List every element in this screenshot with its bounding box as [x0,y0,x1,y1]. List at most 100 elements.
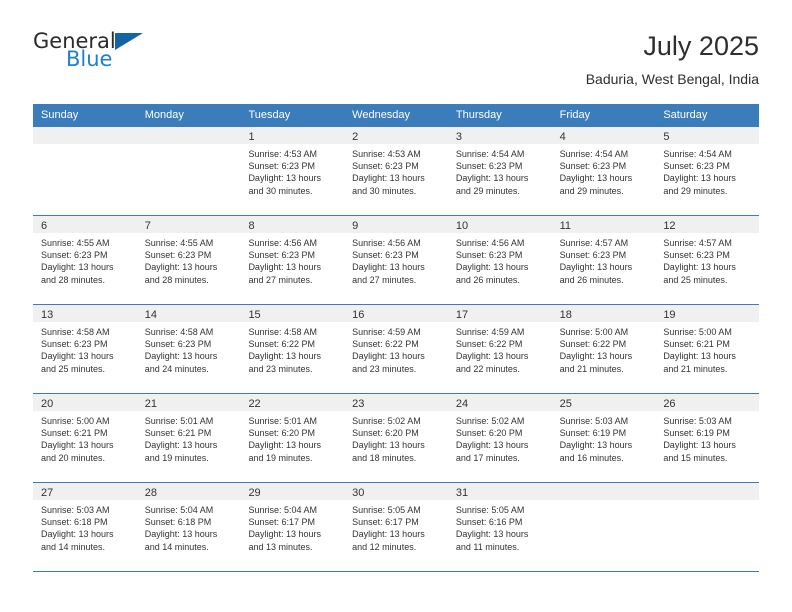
sunrise-text: Sunrise: 4:53 AM [352,149,421,159]
daylight-text-line1: Daylight: 13 hours [41,262,114,273]
day-cell[interactable]: 14 Sunrise: 4:58 AM Sunset: 6:23 PM Dayligh… [136,305,241,393]
daylight-text-line2: and 25 minutes. [663,274,728,285]
daylight-text-line1: Daylight: 13 hours [144,440,218,451]
day-cell[interactable]: 31 Sunrise: 5:05 AM Sunset: 6:16 PM Dayligh… [447,483,552,571]
sunset-text: Sunset: 6:22 PM [248,339,315,350]
daylight-text-line1: Daylight: 13 hours [559,440,633,451]
day-details: Sunrise: 4:57 AM Sunset: 6:23 PM Daylight:… [655,233,759,286]
daylight-text-line1: Daylight: 13 hours [248,440,321,451]
calendar-week-row: 27 Sunrise: 5:03 AM Sunset: 6:18 PM Dayligh… [33,482,760,572]
day-cell[interactable]: 11 Sunrise: 4:57 AM Sunset: 6:23 PM Dayligh… [551,216,656,304]
day-cell[interactable]: 8 Sunrise: 4:56 AM Sunset: 6:23 PM Daylight… [240,216,345,304]
day-details: Sunrise: 5:04 AM Sunset: 6:18 PM Daylight:… [137,500,241,553]
sunset-text: Sunset: 6:23 PM [559,250,627,261]
day-cell[interactable]: 21 Sunrise: 5:01 AM Sunset: 6:21 PM Dayligh… [136,394,241,482]
day-number: 24 [455,398,469,410]
day-number-band: 18 [551,305,656,322]
day-number-band: 26 [655,394,760,411]
day-number: 27 [41,487,54,499]
day-cell[interactable]: 18 Sunrise: 5:00 AM Sunset: 6:22 PM Dayligh… [551,305,656,393]
page-title: July 2025 [643,31,759,61]
sunset-text: Sunset: 6:16 PM [455,517,523,528]
day-cell[interactable]: 30 Sunrise: 5:05 AM Sunset: 6:17 PM Dayligh… [344,483,448,571]
weekday-header-monday: Monday [144,109,184,121]
day-cell[interactable]: 4 Sunrise: 4:54 AM Sunset: 6:23 PM Daylight… [551,127,656,215]
sunrise-text: Sunrise: 5:00 AM [663,327,732,337]
day-cell[interactable]: 2 Sunrise: 4:53 AM Sunset: 6:23 PM Daylight… [344,127,448,215]
day-number: 28 [144,487,157,499]
day-cell[interactable]: 19 Sunrise: 5:00 AM Sunset: 6:21 PM Dayligh… [655,305,760,393]
sunset-text: Sunset: 6:23 PM [352,250,419,261]
day-cell[interactable]: 29 Sunrise: 5:04 AM Sunset: 6:17 PM Dayligh… [240,483,345,571]
sunset-text: Sunset: 6:17 PM [352,517,419,528]
sunset-text: Sunset: 6:23 PM [144,250,212,261]
daylight-text-line2: and 17 minutes. [455,452,520,463]
daylight-text-line1: Daylight: 13 hours [559,351,633,362]
day-cell[interactable]: 13 Sunrise: 4:58 AM Sunset: 6:23 PM Dayligh… [33,305,137,393]
sunset-text: Sunset: 6:22 PM [455,339,523,350]
sunrise-text: Sunrise: 5:00 AM [41,416,110,426]
day-cell[interactable]: 26 Sunrise: 5:03 AM Sunset: 6:19 PM Dayligh… [655,394,760,482]
daylight-text-line2: and 27 minutes. [352,274,417,285]
day-cell[interactable]: 28 Sunrise: 5:04 AM Sunset: 6:18 PM Dayligh… [136,483,241,571]
day-cell[interactable]: 27 Sunrise: 5:03 AM Sunset: 6:18 PM Dayligh… [33,483,137,571]
day-number-band: 13 [33,305,137,322]
day-cell[interactable]: 6 Sunrise: 4:55 AM Sunset: 6:23 PM Daylight… [33,216,137,304]
calendar-page: General Blue July 2025 Baduria, West Ben… [0,0,792,612]
day-cell[interactable]: 24 Sunrise: 5:02 AM Sunset: 6:20 PM Dayligh… [447,394,552,482]
day-cell[interactable]: 5 Sunrise: 4:54 AM Sunset: 6:23 PM Daylight… [655,127,760,215]
daylight-text-line1: Daylight: 13 hours [663,351,736,362]
day-details: Sunrise: 5:03 AM Sunset: 6:19 PM Daylight:… [552,411,656,464]
sunset-text: Sunset: 6:19 PM [663,428,730,439]
daylight-text-line1: Daylight: 13 hours [559,262,633,273]
day-details: Sunrise: 5:01 AM Sunset: 6:21 PM Daylight:… [137,411,241,464]
daylight-text-line2: and 15 minutes. [663,452,728,463]
daylight-text-line1: Daylight: 13 hours [455,529,529,540]
day-details: Sunrise: 4:54 AM Sunset: 6:23 PM Daylight:… [448,144,552,197]
day-details: Sunrise: 5:00 AM Sunset: 6:22 PM Daylight:… [552,322,656,375]
day-number: 31 [455,487,469,499]
day-cell[interactable]: 20 Sunrise: 5:00 AM Sunset: 6:21 PM Dayligh… [33,394,137,482]
daylight-text-line1: Daylight: 13 hours [352,351,425,362]
day-details: Sunrise: 4:53 AM Sunset: 6:23 PM Daylight:… [344,144,448,197]
daylight-text-line1: Daylight: 13 hours [663,173,736,184]
weekday-header-tuesday: Tuesday [248,109,291,121]
daylight-text-line2: and 11 minutes. [455,541,520,552]
day-cell[interactable]: 15 Sunrise: 4:58 AM Sunset: 6:22 PM Dayligh… [240,305,345,393]
day-cell[interactable]: 10 Sunrise: 4:56 AM Sunset: 6:23 PM Dayligh… [447,216,552,304]
day-cell[interactable]: 23 Sunrise: 5:02 AM Sunset: 6:20 PM Dayligh… [344,394,448,482]
general-blue-logo[interactable]: General Blue [33,30,153,80]
day-number-band: 23 [344,394,448,411]
sunrise-text: Sunrise: 4:59 AM [352,327,421,337]
day-cell[interactable]: 7 Sunrise: 4:55 AM Sunset: 6:23 PM Daylight… [136,216,241,304]
day-cell[interactable]: 16 Sunrise: 4:59 AM Sunset: 6:22 PM Dayligh… [344,305,448,393]
day-number-band: 25 [551,394,656,411]
day-number-band: 11 [551,216,656,233]
day-cell[interactable]: 25 Sunrise: 5:03 AM Sunset: 6:19 PM Dayligh… [551,394,656,482]
day-number: 14 [144,309,157,321]
day-cell[interactable]: 22 Sunrise: 5:01 AM Sunset: 6:20 PM Dayligh… [240,394,345,482]
day-details: Sunrise: 5:02 AM Sunset: 6:20 PM Daylight:… [344,411,448,464]
day-number-band: 4 [551,127,656,144]
day-cell[interactable]: 17 Sunrise: 4:59 AM Sunset: 6:22 PM Dayligh… [447,305,552,393]
daylight-text-line2: and 12 minutes. [352,541,417,552]
day-number: 15 [248,309,261,321]
page-header: General Blue July 2025 Baduria, West Ben… [33,30,759,95]
day-cell[interactable]: 1 Sunrise: 4:53 AM Sunset: 6:23 PM Daylight… [240,127,345,215]
sunrise-text: Sunrise: 4:58 AM [41,327,110,337]
sunset-text: Sunset: 6:21 PM [41,428,108,439]
day-details: Sunrise: 5:03 AM Sunset: 6:18 PM Daylight:… [33,500,137,553]
day-cell[interactable]: 3 Sunrise: 4:54 AM Sunset: 6:23 PM Daylight… [447,127,552,215]
day-number: 30 [352,487,365,499]
day-cell[interactable]: 9 Sunrise: 4:56 AM Sunset: 6:23 PM Daylight… [344,216,448,304]
day-number: 3 [455,131,462,143]
daylight-text-line1: Daylight: 13 hours [559,173,633,184]
day-number-band [33,127,137,144]
sunset-text: Sunset: 6:23 PM [559,161,627,172]
sunset-text: Sunset: 6:22 PM [352,339,419,350]
daylight-text-line1: Daylight: 13 hours [352,173,425,184]
day-cell[interactable]: 12 Sunrise: 4:57 AM Sunset: 6:23 PM Dayligh… [655,216,760,304]
daylight-text-line1: Daylight: 13 hours [352,440,425,451]
day-number: 21 [144,398,157,410]
daylight-text-line1: Daylight: 13 hours [144,351,218,362]
